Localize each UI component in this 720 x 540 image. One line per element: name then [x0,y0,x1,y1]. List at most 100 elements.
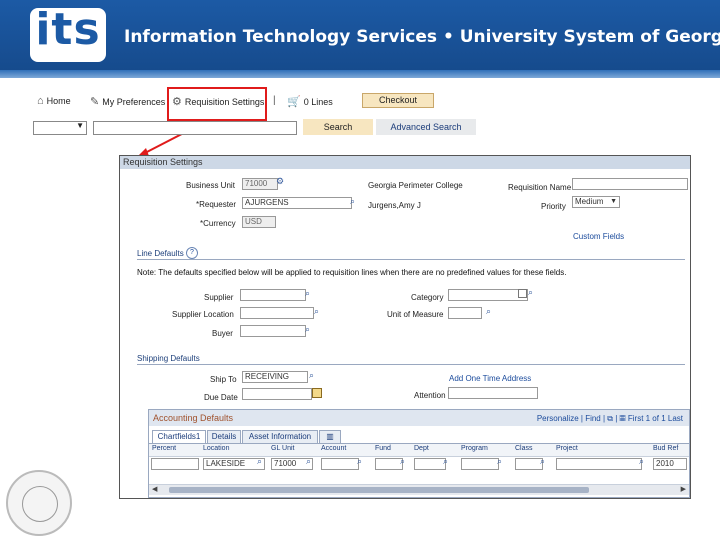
unit-of-measure-input[interactable] [448,307,482,319]
ship-to-input[interactable]: RECEIVING [242,371,308,383]
priority-label: Priority [541,202,566,211]
search-icon[interactable]: ⌕ [350,196,355,207]
defaults-note: Note: The defaults specified below will … [137,268,567,277]
column-header: Class [515,445,533,452]
supplier-location-input[interactable] [240,307,314,319]
column-header: GL Unit [271,445,295,452]
search-icon[interactable]: ⌕ [314,306,319,317]
horizontal-scrollbar[interactable]: ◀ ▶ [149,484,689,495]
priority-value: Medium [575,197,604,206]
search-button[interactable]: Search [303,119,373,135]
column-header: Fund [375,445,391,452]
business-unit-label: Business Unit [186,181,235,190]
line-defaults-heading: Line Defaults [137,249,184,258]
category-tree-icon[interactable] [518,289,527,298]
search-icon[interactable]: ⌕ [309,370,314,381]
search-icon[interactable]: ⌕ [639,456,644,467]
column-header: Project [556,445,578,452]
requisition-name-input[interactable] [572,178,688,190]
search-icon[interactable]: ⌕ [306,456,311,467]
show-all-columns-icon[interactable]: ▥ [319,430,341,443]
account-cell[interactable] [321,458,359,470]
search-icon[interactable]: ⌕ [305,324,310,335]
search-input[interactable] [93,121,297,135]
panel-title: Requisition Settings [120,156,690,169]
chevron-down-icon: ▼ [76,121,84,130]
scroll-right-icon[interactable]: ▶ [681,485,686,493]
column-header: Dept [414,445,429,452]
pagination-text: First 1 of 1 Last [627,414,683,423]
search-icon[interactable]: ⌕ [497,456,502,467]
business-unit-field: 71000 [242,178,278,190]
tab-details[interactable]: Details [207,430,241,443]
currency-label: *Currency [200,219,236,228]
percent-cell[interactable] [151,458,199,470]
search-icon[interactable]: ⌕ [357,456,362,467]
calendar-icon[interactable] [312,388,322,398]
search-icon[interactable]: ⌕ [528,287,533,298]
program-cell[interactable] [461,458,499,470]
find-link[interactable]: Find [585,414,601,423]
requester-name: Jurgens,Amy J [368,201,421,210]
search-icon[interactable]: ⌕ [540,456,545,467]
buyer-input[interactable] [240,325,306,337]
seal-inner-ring [22,486,58,522]
section-divider [137,364,685,365]
column-header: Percent [152,445,177,452]
column-header: Account [321,445,347,452]
attention-input[interactable] [448,387,538,399]
shipping-defaults-heading: Shipping Defaults [137,354,200,363]
supplier-location-label: Supplier Location [172,310,234,319]
university-seal [6,470,72,536]
help-icon[interactable]: ? [186,247,198,259]
buyer-label: Buyer [212,329,233,338]
location-cell[interactable]: LAKESIDE [203,458,265,470]
tab-chartfields1[interactable]: Chartfields1 [152,430,206,443]
search-icon[interactable]: ⌕ [305,288,310,299]
dept-cell[interactable] [414,458,446,470]
category-label: Category [411,293,444,302]
class-cell[interactable] [515,458,543,470]
view-all-icon[interactable]: ⧉ [607,414,613,423]
column-header: Program [461,445,488,452]
supplier-label: Supplier [204,293,234,302]
search-icon[interactable]: ⌕ [486,306,491,317]
bud-ref-cell[interactable]: 2010 [653,458,687,470]
requisition-settings-panel: Requisition Settings Business Unit 71000… [119,155,691,499]
project-cell[interactable] [556,458,642,470]
download-icon[interactable]: ▦ [620,414,626,423]
grid-toolbar: Personalize | Find | ⧉ | ▦ First 1 of 1 … [536,414,683,423]
search-category-select[interactable]: ▼ [33,121,87,135]
requester-input[interactable]: AJURGENS [242,197,352,209]
due-date-label: Due Date [204,393,238,402]
fund-cell[interactable] [375,458,403,470]
ship-to-label: Ship To [210,375,237,384]
requester-label: *Requester [196,200,237,209]
tab-asset-information[interactable]: Asset Information [242,430,318,443]
scroll-left-icon[interactable]: ◀ [152,485,157,493]
due-date-input[interactable] [242,388,312,400]
lookup-icon[interactable]: ⚙ [276,176,284,187]
accounting-defaults-title: Accounting Defaults [153,413,234,423]
advanced-search-link[interactable]: Advanced Search [376,119,476,135]
section-divider [137,259,685,260]
supplier-input[interactable] [240,289,306,301]
scrollbar-thumb[interactable] [169,487,589,493]
currency-field: USD [242,216,276,228]
accounting-defaults-grid: Accounting Defaults Personalize | Find |… [148,409,690,498]
attention-label: Attention [414,391,446,400]
custom-fields-link[interactable]: Custom Fields [573,232,624,241]
requisition-name-label: Requisition Name [508,183,572,192]
column-header: Bud Ref [653,445,679,452]
priority-select[interactable]: Medium ▼ [572,196,620,208]
column-header: Location [203,445,230,452]
search-icon[interactable]: ⌕ [400,456,405,467]
business-unit-name: Georgia Perimeter College [368,181,463,190]
search-icon[interactable]: ⌕ [443,456,448,467]
personalize-link[interactable]: Personalize [537,414,579,423]
chevron-down-icon: ▼ [610,198,617,205]
add-one-time-address-link[interactable]: Add One Time Address [449,374,531,383]
category-input[interactable] [448,289,528,301]
search-icon[interactable]: ⌕ [257,456,262,467]
unit-of-measure-label: Unit of Measure [387,310,444,319]
